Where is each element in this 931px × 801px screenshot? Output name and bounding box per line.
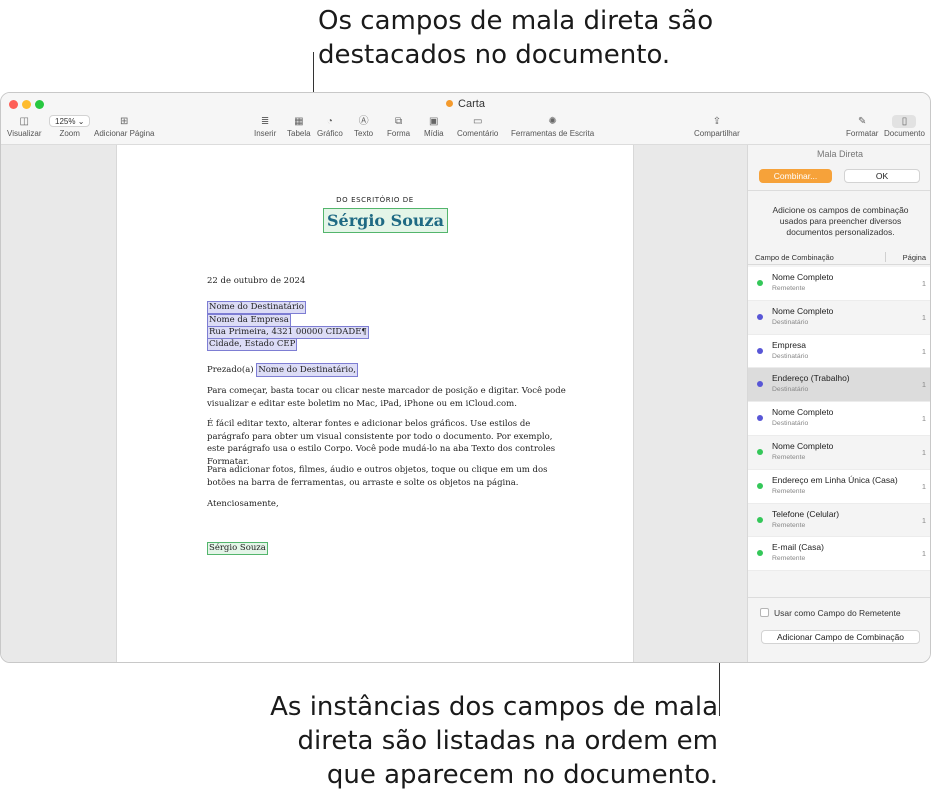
fields-list: Nome Completo Remetente 1 Nome Completo Des… — [748, 267, 930, 572]
field-row[interactable]: E-mail (Casa) Remetente 1 — [748, 537, 930, 572]
table-icon: ▦ — [294, 116, 304, 127]
checkbox-icon[interactable] — [760, 608, 769, 617]
sender-dot-icon — [757, 550, 763, 557]
callout-top-line2: destacados no documento. — [318, 40, 671, 70]
sender-field-checkbox[interactable]: Usar como Campo do Remetente — [760, 608, 901, 618]
paragraph-3[interactable]: Para adicionar fotos, filmes, áudio e ou… — [207, 464, 567, 489]
titlebar: Carta ◫ Visualizar 125% ⌄ Zoom ⊞ Adicionar … — [1, 93, 930, 145]
field-row[interactable]: Nome Completo Destinatário 1 — [748, 402, 930, 436]
field-row[interactable]: Nome Completo Destinatário 1 — [748, 300, 930, 335]
recipient-dot-icon — [757, 415, 763, 422]
app-window: Carta ◫ Visualizar 125% ⌄ Zoom ⊞ Adicionar … — [0, 92, 931, 663]
merge-field-greeting-name[interactable]: Nome do Destinatário, — [256, 363, 358, 377]
media-icon: ▣ — [429, 116, 439, 127]
col-header-page[interactable]: Página — [903, 253, 926, 262]
add-merge-field-button[interactable]: Adicionar Campo de Combinação — [761, 630, 920, 644]
paragraph-1[interactable]: Para começar, basta tocar ou clicar nest… — [207, 385, 567, 410]
toolbar-compartilhar[interactable]: ⇪ Compartilhar — [694, 115, 740, 138]
field-row-selected[interactable]: Endereço (Trabalho) Destinatário 1 — [748, 368, 930, 403]
edited-dot-icon — [446, 100, 454, 107]
sidebar-description: Adicione os campos de combinação usados … — [772, 205, 909, 237]
sidebar-title: Mala Direta — [816, 149, 863, 159]
toolbar-ferramentas-escrita[interactable]: ✺ Ferramentas de Escrita — [511, 115, 594, 138]
zoom-popup[interactable]: 125% ⌄ — [49, 115, 91, 127]
merge-field-city-state[interactable]: Cidade, Estado CEP — [207, 338, 298, 351]
divider — [748, 597, 930, 598]
greeting-prefix: Prezado(a) — [207, 365, 254, 375]
toolbar-texto[interactable]: Ⓐ Texto — [354, 115, 373, 138]
fields-table-header: Campo de Combinação Página — [748, 249, 930, 265]
closing[interactable]: Atenciosamente, — [207, 498, 567, 511]
toolbar-formatar[interactable]: ✎ Formatar — [846, 115, 878, 138]
comment-icon: ▭ — [472, 116, 483, 127]
callout-bottom-line3: que aparecem no documento. — [326, 760, 718, 790]
window-title-text: Carta — [458, 98, 485, 110]
toolbar-forma[interactable]: ⧉ Forma — [387, 115, 410, 138]
sender-dot-icon — [757, 516, 763, 523]
sender-dot-icon — [757, 448, 763, 455]
share-icon: ⇪ — [712, 116, 722, 127]
format-brush-icon: ✎ — [858, 116, 867, 127]
chevron-down-icon: ⌄ — [77, 117, 85, 126]
paragraph-2[interactable]: É fácil editar texto, alterar fontes e a… — [207, 418, 567, 468]
toolbar-comentario[interactable]: ▭ Comentário — [457, 115, 498, 138]
recipient-dot-icon — [757, 313, 763, 320]
callout-bottom-line1: As instâncias dos campos de mala — [270, 692, 718, 722]
field-row[interactable]: Nome Completo Remetente 1 — [748, 435, 930, 470]
col-header-field[interactable]: Campo de Combinação — [755, 253, 834, 262]
toolbar-documento[interactable]: ▯ Documento — [884, 115, 925, 138]
recipient-dot-icon — [757, 381, 763, 388]
document-page[interactable]: DO ESCRITÓRIO DE Sérgio Souza 22 de outu… — [116, 145, 634, 662]
divider — [748, 190, 930, 191]
toolbar-midia[interactable]: ▣ Mídia — [424, 115, 444, 138]
add-page-icon: ⊞ — [120, 116, 129, 127]
ok-button[interactable]: OK — [844, 169, 920, 183]
chart-icon: ◔ — [326, 116, 333, 127]
merge-button[interactable]: Combinar... — [759, 169, 832, 183]
shape-icon: ⧉ — [394, 116, 403, 127]
sidebar-icon: ◫ — [19, 116, 29, 127]
toolbar-adicionar-pagina[interactable]: ⊞ Adicionar Página — [94, 115, 154, 138]
sender-dot-icon — [757, 482, 763, 489]
callout-top: Os campos de mala direta são destacados … — [318, 4, 738, 72]
callout-top-line1: Os campos de mala direta são — [318, 6, 714, 36]
toolbar-visualizar[interactable]: ◫ Visualizar — [7, 115, 42, 138]
text-icon: Ⓐ — [358, 116, 369, 127]
mail-merge-sidebar: Mala Direta Combinar... OK Adicione os c… — [747, 145, 930, 662]
document-canvas: DO ESCRITÓRIO DE Sérgio Souza 22 de outu… — [1, 145, 747, 662]
col-separator — [885, 252, 886, 262]
toolbar-grafico[interactable]: ◔ Gráfico — [317, 115, 343, 138]
greeting: Prezado(a) Nome do Destinatário, — [207, 363, 358, 377]
field-row[interactable]: Empresa Destinatário 1 — [748, 334, 930, 369]
field-row[interactable]: Telefone (Celular) Remetente 1 — [748, 503, 930, 538]
merge-field-recipient-name[interactable]: Nome do Destinatário — [207, 301, 306, 314]
insert-icon: ≣ — [260, 116, 270, 127]
document-icon: ▯ — [892, 115, 917, 128]
window-title: Carta — [1, 98, 930, 110]
toolbar-tabela[interactable]: ▦ Tabela — [287, 115, 311, 138]
field-row[interactable]: Endereço em Linha Única (Casa) Remetente 1 — [748, 469, 930, 504]
merge-field-sender-name[interactable]: Sérgio Souza — [323, 208, 448, 233]
callout-bottom-line2: direta são listadas na ordem em — [297, 726, 718, 756]
writing-tools-icon: ✺ — [548, 116, 557, 127]
recipient-dot-icon — [757, 347, 763, 354]
toolbar-inserir[interactable]: ≣ Inserir — [254, 115, 276, 138]
sender-dot-icon — [757, 280, 763, 286]
letter-date[interactable]: 22 de outubro de 2024 — [207, 276, 305, 286]
toolbar-zoom[interactable]: 125% ⌄ Zoom — [49, 115, 91, 138]
office-heading: DO ESCRITÓRIO DE — [336, 196, 414, 204]
callout-bottom: As instâncias dos campos de mala direta … — [250, 690, 718, 792]
merge-field-signature[interactable]: Sérgio Souza — [207, 542, 268, 555]
field-row[interactable]: Nome Completo Remetente 1 — [748, 267, 930, 301]
